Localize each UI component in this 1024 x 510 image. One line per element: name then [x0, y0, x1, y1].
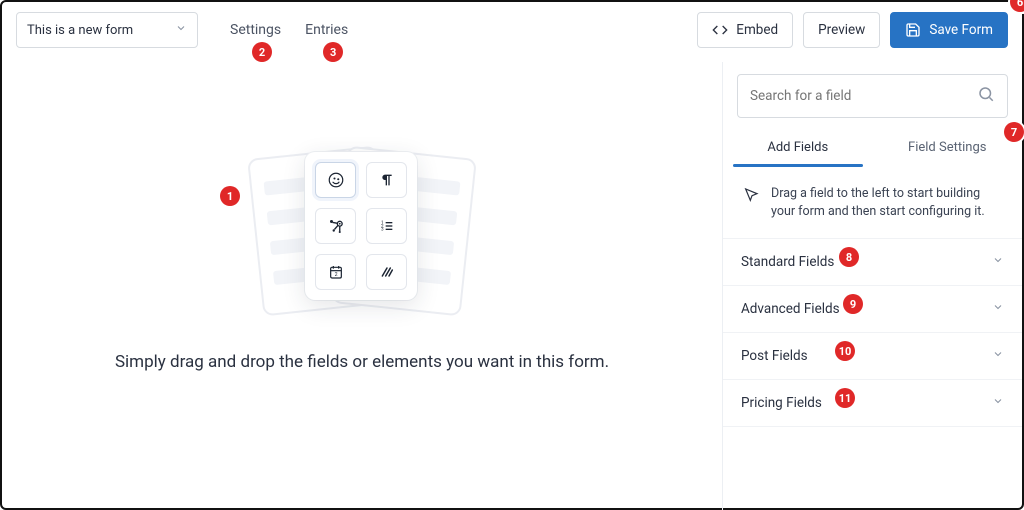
group-pricing: Pricing Fields 11	[723, 380, 1022, 427]
preview-label: Preview	[818, 22, 865, 38]
chevron-down-icon	[992, 395, 1004, 411]
canvas-illustration: 123 2	[247, 142, 477, 322]
save-button[interactable]: Save Form 6	[890, 12, 1008, 48]
callout-11: 11	[835, 388, 855, 408]
nav-settings-label: Settings	[230, 22, 281, 38]
top-actions: Embed 4 Preview 5 Save Form 6	[697, 12, 1008, 48]
calendar-icon: 2	[315, 254, 356, 290]
callout-3: 3	[323, 42, 343, 62]
group-advanced-label: Advanced Fields	[741, 301, 840, 317]
hubspot-icon	[315, 208, 356, 244]
save-icon	[905, 22, 921, 38]
group-standard-header[interactable]: Standard Fields 8	[723, 239, 1022, 285]
svg-text:3: 3	[381, 227, 384, 233]
embed-button[interactable]: Embed 4	[697, 12, 793, 48]
canvas: 1 123 2	[2, 62, 722, 510]
group-pricing-label: Pricing Fields	[741, 395, 822, 411]
scribble-icon	[366, 254, 407, 290]
nav-entries[interactable]: Entries 3	[305, 22, 348, 38]
canvas-caption: Simply drag and drop the fields or eleme…	[115, 352, 609, 372]
callout-1: 1	[220, 186, 240, 206]
callout-10: 10	[835, 341, 855, 361]
tab-field-settings-label: Field Settings	[908, 140, 986, 155]
save-label: Save Form	[929, 22, 993, 38]
form-selector[interactable]: This is a new form	[16, 12, 198, 48]
group-post-label: Post Fields	[741, 348, 808, 364]
numbered-list-icon: 123	[366, 208, 407, 244]
search-icon	[977, 85, 995, 107]
group-advanced: Advanced Fields 9	[723, 286, 1022, 333]
mailchimp-icon	[315, 162, 356, 198]
chevron-down-icon	[992, 301, 1004, 317]
group-post-header[interactable]: Post Fields 10	[723, 333, 1022, 379]
callout-9: 9	[843, 294, 863, 314]
preview-button[interactable]: Preview 5	[803, 12, 880, 48]
nav-links: Settings 2 Entries 3	[230, 22, 348, 38]
sidebar: Add Fields Field Settings 7 Drag a field…	[722, 62, 1022, 510]
group-advanced-header[interactable]: Advanced Fields 9	[723, 286, 1022, 332]
callout-6: 6	[1010, 0, 1024, 12]
search-input[interactable]	[750, 88, 977, 104]
svg-text:2: 2	[334, 272, 337, 278]
callout-2: 2	[252, 42, 272, 62]
code-icon	[712, 22, 728, 38]
tab-field-settings[interactable]: Field Settings 7	[873, 126, 1023, 167]
paragraph-icon	[366, 162, 407, 198]
group-standard-label: Standard Fields	[741, 254, 834, 270]
callout-8: 8	[839, 247, 859, 267]
chevron-down-icon	[175, 22, 187, 38]
callout-7: 7	[1004, 122, 1024, 142]
chevron-down-icon	[992, 348, 1004, 364]
sidebar-tabs: Add Fields Field Settings 7	[723, 126, 1022, 167]
illus-palette: 123 2	[305, 152, 417, 300]
top-bar: This is a new form Settings 2 Entries 3 …	[2, 2, 1022, 62]
tab-add-fields[interactable]: Add Fields	[723, 126, 873, 167]
search-field[interactable]	[737, 74, 1008, 118]
group-post: Post Fields 10	[723, 333, 1022, 380]
sidebar-hint: Drag a field to the left to start buildi…	[723, 167, 1022, 239]
sidebar-hint-text: Drag a field to the left to start buildi…	[771, 185, 1002, 220]
main: 1 123 2	[2, 62, 1022, 510]
chevron-down-icon	[992, 254, 1004, 270]
form-selector-label: This is a new form	[27, 23, 133, 38]
nav-settings[interactable]: Settings 2	[230, 22, 281, 38]
nav-entries-label: Entries	[305, 22, 348, 38]
group-pricing-header[interactable]: Pricing Fields 11	[723, 380, 1022, 426]
tab-add-fields-label: Add Fields	[767, 140, 828, 155]
embed-label: Embed	[736, 22, 778, 38]
group-standard: Standard Fields 8	[723, 239, 1022, 286]
cursor-icon	[743, 185, 759, 220]
